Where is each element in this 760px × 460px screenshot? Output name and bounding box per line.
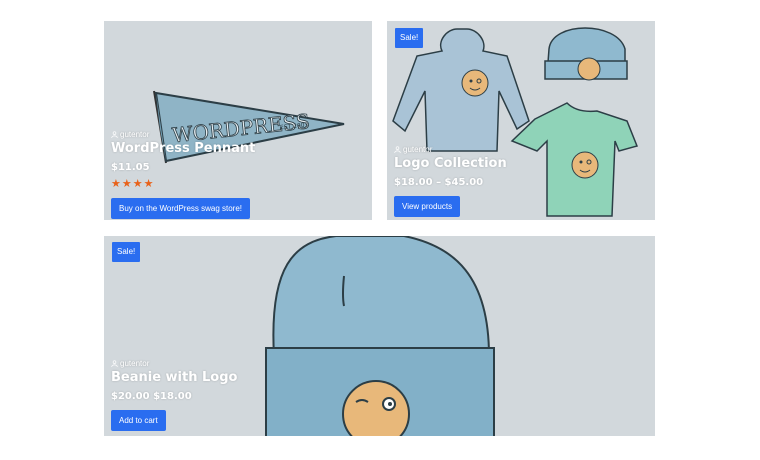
product-info: gutentor WordPress Pennant $11.05 ★ ★ ★ ★ B… [111,130,255,219]
view-products-button[interactable]: View products [394,196,461,217]
product-price: $11.05 [111,162,150,173]
product-info: gutentor Beanie with Logo $20.00 $18.00 … [111,359,237,431]
author-name[interactable]: gutentor [403,145,432,154]
product-title[interactable]: Beanie with Logo [111,370,237,385]
product-author: gutentor [111,359,237,368]
product-title[interactable]: Logo Collection [394,156,507,171]
product-card-logo-collection[interactable]: Sale! gutentor Logo Collection $18.00 – … [387,21,655,220]
star-icon: ★ [111,178,121,190]
add-to-cart-button[interactable]: Add to cart [111,410,166,431]
product-price: $20.00 $18.00 [111,391,192,402]
buy-on-swag-store-button[interactable]: Buy on the WordPress swag store! [111,198,251,219]
product-price: $18.00 – $45.00 [394,177,484,188]
star-icon: ★ [121,178,132,190]
author-name[interactable]: gutentor [120,359,149,368]
product-info: gutentor Logo Collection $18.00 – $45.00… [394,145,507,217]
user-icon [111,131,118,138]
product-title[interactable]: WordPress Pennant [111,141,255,156]
product-card-wordpress-pennant[interactable]: WORDPRESS EST 2003 gutentor WordPress Pe… [104,21,372,220]
sale-badge: Sale! [395,28,424,48]
author-name[interactable]: gutentor [120,130,149,139]
star-icon: ★ [143,178,154,190]
product-author: gutentor [111,130,255,139]
product-card-beanie-with-logo[interactable]: Sale! gutentor Beanie with Logo $20.00 $… [104,236,655,436]
product-author: gutentor [394,145,507,154]
user-icon [394,146,401,153]
user-icon [111,360,118,367]
product-rating: ★ ★ ★ ★ [111,179,255,190]
star-icon: ★ [132,178,143,190]
sale-badge: Sale! [112,242,141,262]
